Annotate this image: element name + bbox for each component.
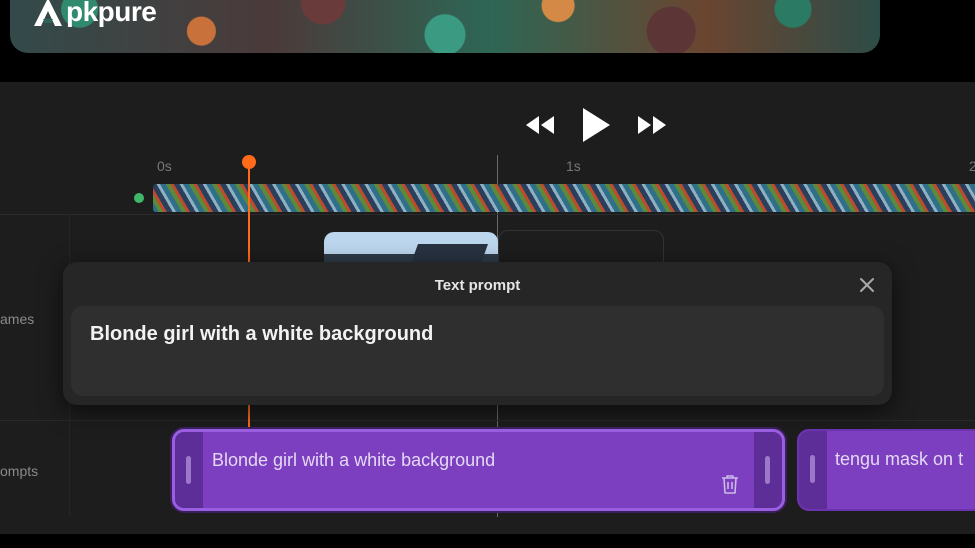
prompt-clip-next[interactable]: tengu mask on t bbox=[797, 429, 975, 511]
logo-text: pkpure bbox=[66, 0, 157, 27]
bottom-bar bbox=[0, 534, 975, 548]
play-icon[interactable] bbox=[580, 106, 612, 144]
text-prompt-dialog: Text prompt Blonde girl with a white bac… bbox=[63, 262, 892, 405]
trash-icon[interactable] bbox=[721, 474, 739, 494]
video-filmstrip[interactable] bbox=[153, 184, 975, 212]
fast-forward-icon[interactable] bbox=[636, 114, 668, 136]
ruler-label-2s: 2 bbox=[969, 158, 975, 174]
apkpure-logo: pkpure bbox=[32, 0, 157, 28]
timeline-editor: 0s 1s 2 ames ompts Text prompt Blonde gi… bbox=[0, 82, 975, 534]
track-label-frames: ames bbox=[0, 311, 35, 327]
close-icon[interactable] bbox=[858, 276, 876, 294]
video-preview: pkpure bbox=[10, 0, 880, 53]
clip-left-handle[interactable] bbox=[175, 432, 203, 508]
prompt-textarea[interactable]: Blonde girl with a white background bbox=[71, 306, 884, 396]
clip-text: Blonde girl with a white background bbox=[212, 450, 496, 470]
row-divider bbox=[0, 214, 975, 215]
clip-left-handle[interactable] bbox=[799, 431, 827, 509]
clip-right-handle[interactable] bbox=[754, 432, 782, 508]
dialog-title: Text prompt bbox=[434, 277, 521, 294]
playback-controls bbox=[524, 106, 668, 144]
start-marker bbox=[134, 193, 144, 203]
playhead-handle[interactable] bbox=[242, 155, 256, 169]
track-label-prompts: ompts bbox=[0, 463, 39, 479]
prompt-clip[interactable]: Blonde girl with a white background bbox=[172, 429, 785, 511]
ruler-label-1s: 1s bbox=[566, 158, 581, 174]
row-divider bbox=[0, 420, 975, 421]
rewind-icon[interactable] bbox=[524, 114, 556, 136]
apkpure-logo-icon bbox=[34, 0, 62, 26]
ruler-label-0s: 0s bbox=[157, 158, 172, 174]
clip-text: tengu mask on t bbox=[835, 449, 964, 469]
